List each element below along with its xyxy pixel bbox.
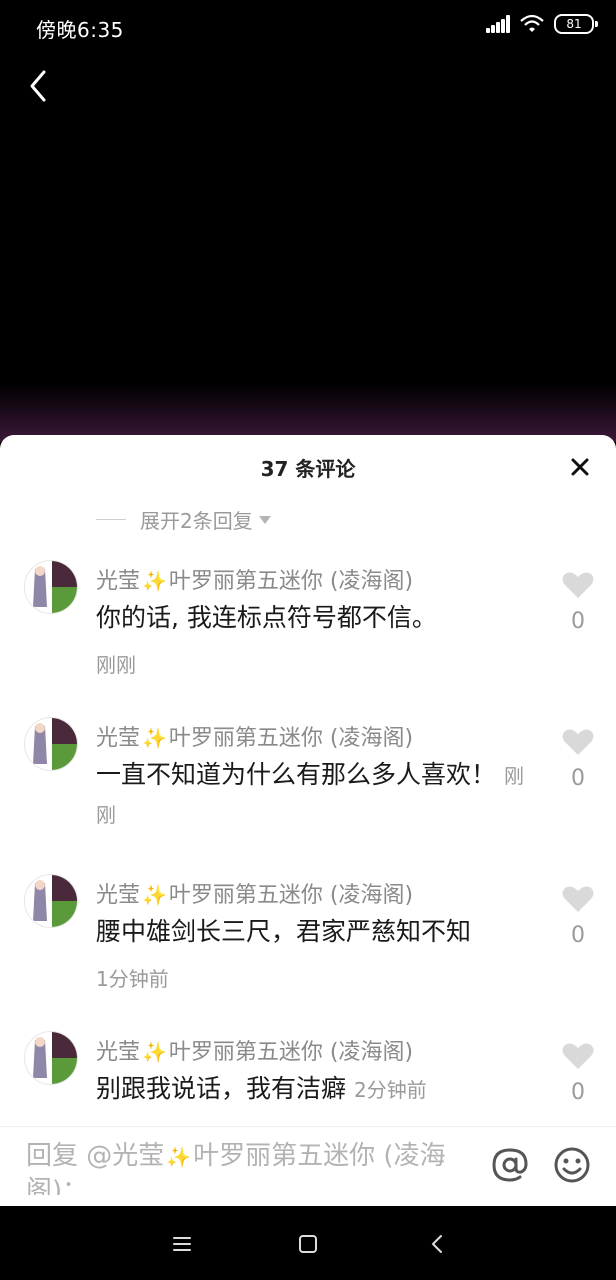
heart-icon [562, 886, 594, 912]
signal-icon [486, 15, 510, 33]
sparkle-icon: ✨ [142, 569, 167, 593]
status-time: 傍晚6:35 [36, 18, 124, 42]
comment-time: 1分钟前 [96, 967, 169, 991]
home-square-icon[interactable] [294, 1230, 322, 1258]
sparkle-icon: ✨ [142, 1040, 167, 1064]
system-nav-bar [0, 1206, 616, 1280]
close-icon[interactable] [566, 453, 594, 481]
expand-replies-button[interactable]: 展开2条回复 [96, 505, 271, 534]
like-count: 0 [571, 923, 585, 948]
avatar[interactable] [24, 560, 78, 614]
avatar[interactable] [24, 1031, 78, 1085]
like-count: 0 [571, 766, 585, 791]
like-button[interactable]: 0 [560, 728, 596, 791]
comment-text: 别跟我说话，我有洁癖 2分钟前 [96, 1074, 427, 1103]
heart-icon [562, 572, 594, 598]
back-triangle-icon[interactable] [424, 1230, 452, 1258]
comment-time: 刚刚 [96, 653, 136, 677]
comment-time: 2分钟前 [354, 1078, 427, 1102]
wifi-icon [520, 14, 544, 32]
divider [96, 519, 126, 520]
expand-replies-label: 展开2条回复 [140, 509, 253, 533]
sparkle-icon: ✨ [166, 1145, 192, 1169]
comment-username[interactable]: 光莹 ✨叶罗丽第五迷你 (凌海阁) [96, 877, 413, 909]
heart-icon [562, 729, 594, 755]
status-bar: 傍晚6:35 81 [0, 0, 616, 52]
status-icons: 81 [486, 14, 598, 34]
like-count: 0 [571, 609, 585, 634]
emoji-icon[interactable] [552, 1145, 592, 1185]
sparkle-icon: ✨ [142, 883, 167, 907]
chevron-left-icon[interactable] [22, 66, 58, 106]
sheet-header: 37 条评论 [0, 435, 616, 497]
comment-count-title: 37 条评论 [260, 457, 356, 481]
video-area[interactable] [0, 52, 616, 442]
like-button[interactable]: 0 [560, 1042, 596, 1105]
like-button[interactable]: 0 [560, 885, 596, 948]
at-icon[interactable] [490, 1145, 530, 1185]
sparkle-icon: ✨ [142, 726, 167, 750]
battery-indicator: 81 [554, 14, 598, 34]
comment-username[interactable]: 光莹 ✨叶罗丽第五迷你 (凌海阁) [96, 720, 413, 752]
menu-icon[interactable] [168, 1230, 196, 1258]
comment-username[interactable]: 光莹 ✨叶罗丽第五迷你 (凌海阁) [96, 563, 413, 595]
reply-input-bar: 回复 @光莹 ✨叶罗丽第五迷你 (凌海阁)： [0, 1126, 616, 1207]
like-button[interactable]: 0 [560, 571, 596, 634]
comment-username[interactable]: 光莹 ✨叶罗丽第五迷你 (凌海阁) [96, 1034, 413, 1066]
avatar[interactable] [24, 717, 78, 771]
comment-text: 腰中雄剑长三尺，君家严慈知不知 [96, 917, 472, 946]
comment-sheet: 37 条评论 展开2条回复 光莹 ✨叶罗丽第五迷你 (凌海阁) 你的话, 我连标点… [0, 435, 616, 1206]
avatar[interactable] [24, 874, 78, 928]
comment-text: 一直不知道为什么有那么多人喜欢！ 刚刚 [96, 760, 525, 827]
reply-input[interactable]: 回复 @光莹 ✨叶罗丽第五迷你 (凌海阁)： [26, 1139, 456, 1195]
caret-down-icon [258, 515, 271, 524]
like-count: 0 [571, 1080, 585, 1105]
heart-icon [562, 1043, 594, 1069]
comment-text: 你的话, 我连标点符号都不信。 [96, 603, 437, 632]
